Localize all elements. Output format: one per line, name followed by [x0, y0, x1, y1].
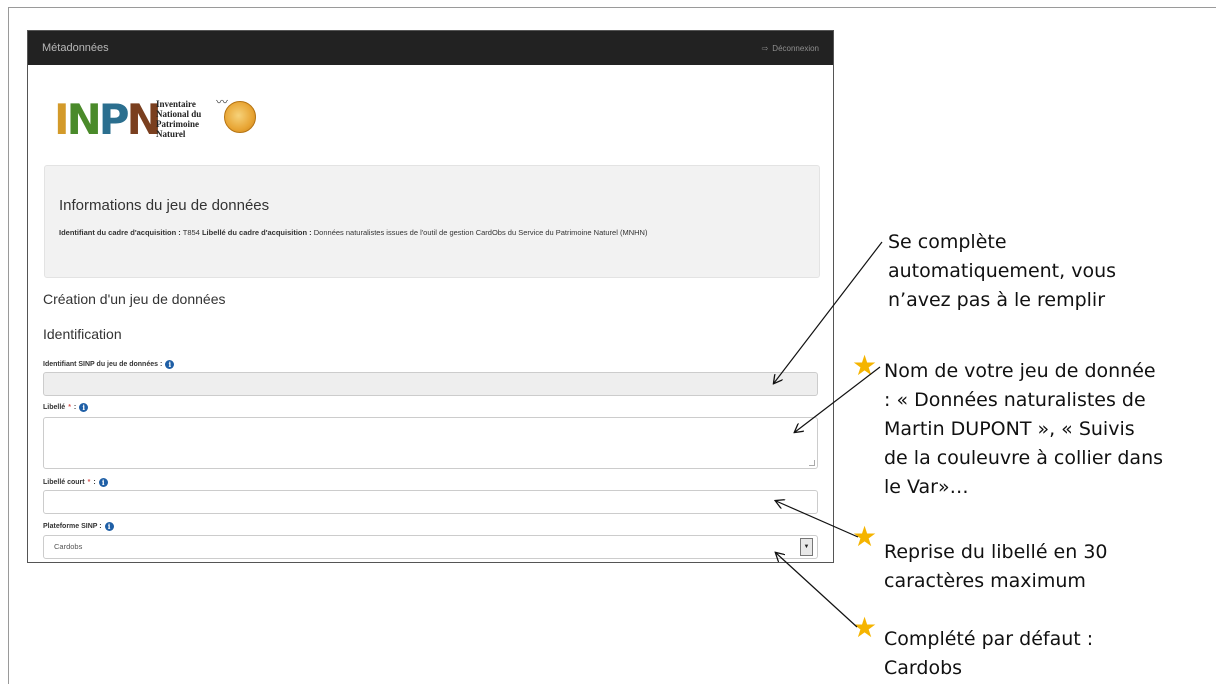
arrow-auto [774, 241, 883, 383]
annotation-arrows [0, 241, 883, 628]
arrow-plateforme [776, 553, 858, 628]
arrow-libelle [795, 366, 881, 432]
arrow-libelle-court [776, 501, 859, 538]
